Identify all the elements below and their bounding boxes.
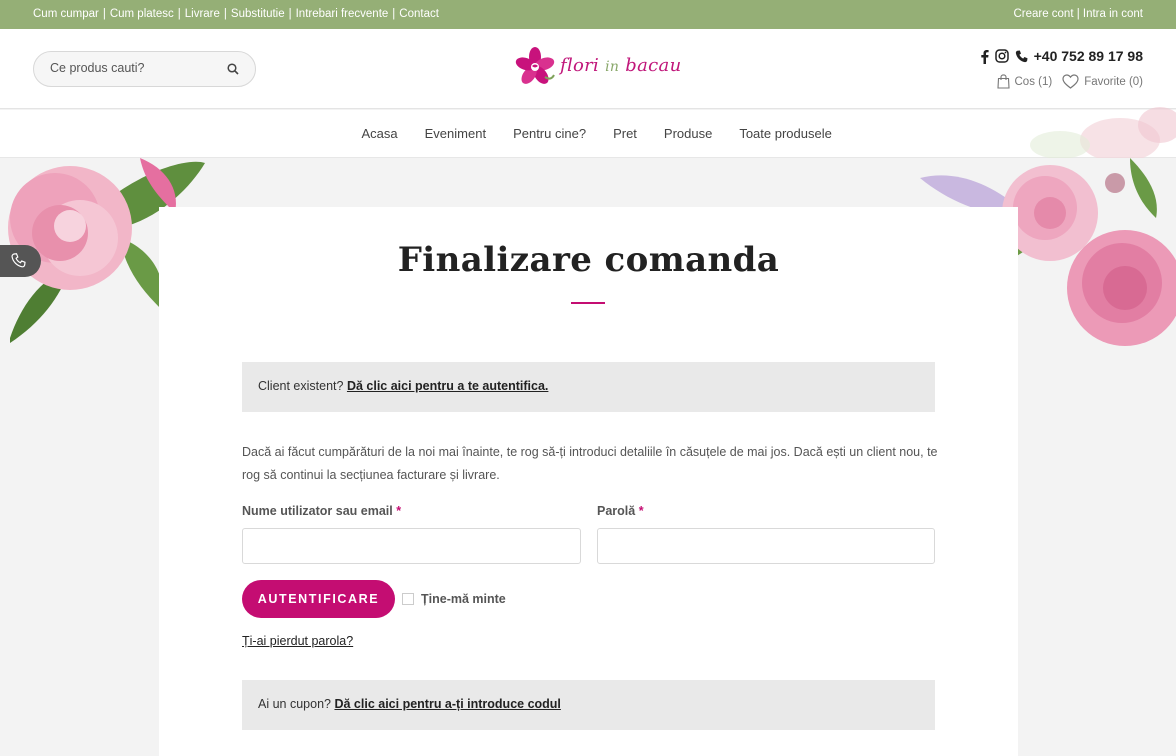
password-label-text: Parolă [597, 504, 636, 518]
remember-me[interactable]: Ține-mă minte [402, 592, 506, 606]
required-mark: * [396, 504, 402, 518]
top-link-substitutie[interactable]: Substitutie [231, 8, 285, 20]
flower-logo-icon [515, 47, 555, 84]
search-input[interactable] [50, 61, 220, 75]
phone-icon [11, 253, 26, 268]
logo-text: flori in bacau [560, 55, 681, 76]
top-link-intrebari[interactable]: Intrebari frecvente [296, 8, 389, 20]
header: flori in bacau +40 752 89 17 98 Cos (1) … [0, 29, 1176, 109]
login-notice-text: Client existent? [258, 379, 344, 393]
nav-item-pentru-cine[interactable]: Pentru cine? [513, 126, 586, 141]
top-bar: Cum cumpar | Cum platesc | Livrare | Sub… [0, 0, 1176, 29]
top-link-livrare[interactable]: Livrare [185, 8, 220, 20]
separator: | [102, 8, 106, 20]
favorites-link[interactable]: Favorite (0) [1062, 74, 1143, 89]
page-title: Finalizare comanda [397, 240, 780, 280]
password-label: Parolă * [597, 504, 644, 518]
login-button[interactable]: AUTENTIFICARE [242, 580, 395, 618]
heart-icon [1062, 74, 1079, 89]
login-link[interactable]: Dă clic aici pentru a te autentifica. [347, 379, 548, 393]
title-divider [571, 302, 605, 304]
separator: | [288, 8, 292, 20]
shopping-bag-icon [996, 74, 1010, 89]
cart-label: Cos (1) [1014, 75, 1053, 88]
top-link-contact[interactable]: Contact [399, 8, 439, 20]
cart-link[interactable]: Cos (1) [996, 74, 1053, 89]
username-field[interactable] [242, 528, 581, 564]
coupon-notice-text: Ai un cupon? [258, 697, 331, 711]
username-label: Nume utilizator sau email * [242, 504, 401, 518]
remember-label: Ține-mă minte [421, 592, 506, 606]
logo-word-in: in [605, 59, 620, 75]
separator: | [177, 8, 181, 20]
top-link-cum-platesc[interactable]: Cum platesc [110, 8, 174, 20]
login-notice: Client existent? Dă clic aici pentru a t… [242, 362, 935, 412]
cart-favorites: Cos (1) Favorite (0) [987, 74, 1143, 89]
password-field[interactable] [597, 528, 935, 564]
nav-item-acasa[interactable]: Acasa [362, 126, 398, 141]
decorative-flowers-header [1030, 107, 1176, 158]
phone-icon [1015, 50, 1028, 63]
nav-item-eveniment[interactable]: Eveniment [425, 126, 486, 141]
login-intro-text: Dacă ai făcut cumpărături de la noi mai … [242, 445, 938, 482]
account-links[interactable]: Creare cont | Intra in cont [1013, 8, 1143, 20]
checkout-card: Finalizare comanda Client existent? Dă c… [159, 207, 1018, 756]
facebook-icon[interactable] [980, 49, 989, 64]
top-link-cum-cumpar[interactable]: Cum cumpar [33, 8, 99, 20]
nav-item-toate-produsele[interactable]: Toate produsele [739, 126, 832, 141]
nav-item-pret[interactable]: Pret [613, 126, 637, 141]
coupon-link[interactable]: Dă clic aici pentru a-ți introduce codul [334, 697, 560, 711]
contact-info: +40 752 89 17 98 [980, 48, 1143, 64]
logo-word-flori: flori [560, 55, 600, 76]
search-box[interactable] [33, 51, 256, 87]
separator: | [392, 8, 396, 20]
coupon-notice: Ai un cupon? Dă clic aici pentru a-ți in… [242, 680, 935, 730]
username-label-text: Nume utilizator sau email [242, 504, 393, 518]
separator: | [223, 8, 227, 20]
favorites-label: Favorite (0) [1084, 75, 1143, 88]
nav-item-produse[interactable]: Produse [664, 126, 712, 141]
top-links: Cum cumpar | Cum platesc | Livrare | Sub… [33, 8, 439, 20]
phone-number[interactable]: +40 752 89 17 98 [1034, 48, 1143, 64]
lost-password-link[interactable]: Ți-ai pierdut parola? [242, 634, 353, 648]
search-icon[interactable] [227, 63, 239, 75]
logo-word-bacau: bacau [625, 55, 682, 76]
remember-checkbox[interactable] [402, 593, 414, 605]
required-mark: * [638, 504, 644, 518]
side-call-button[interactable] [0, 245, 41, 277]
instagram-icon[interactable] [994, 49, 1009, 63]
logo[interactable]: flori in bacau [514, 46, 681, 88]
